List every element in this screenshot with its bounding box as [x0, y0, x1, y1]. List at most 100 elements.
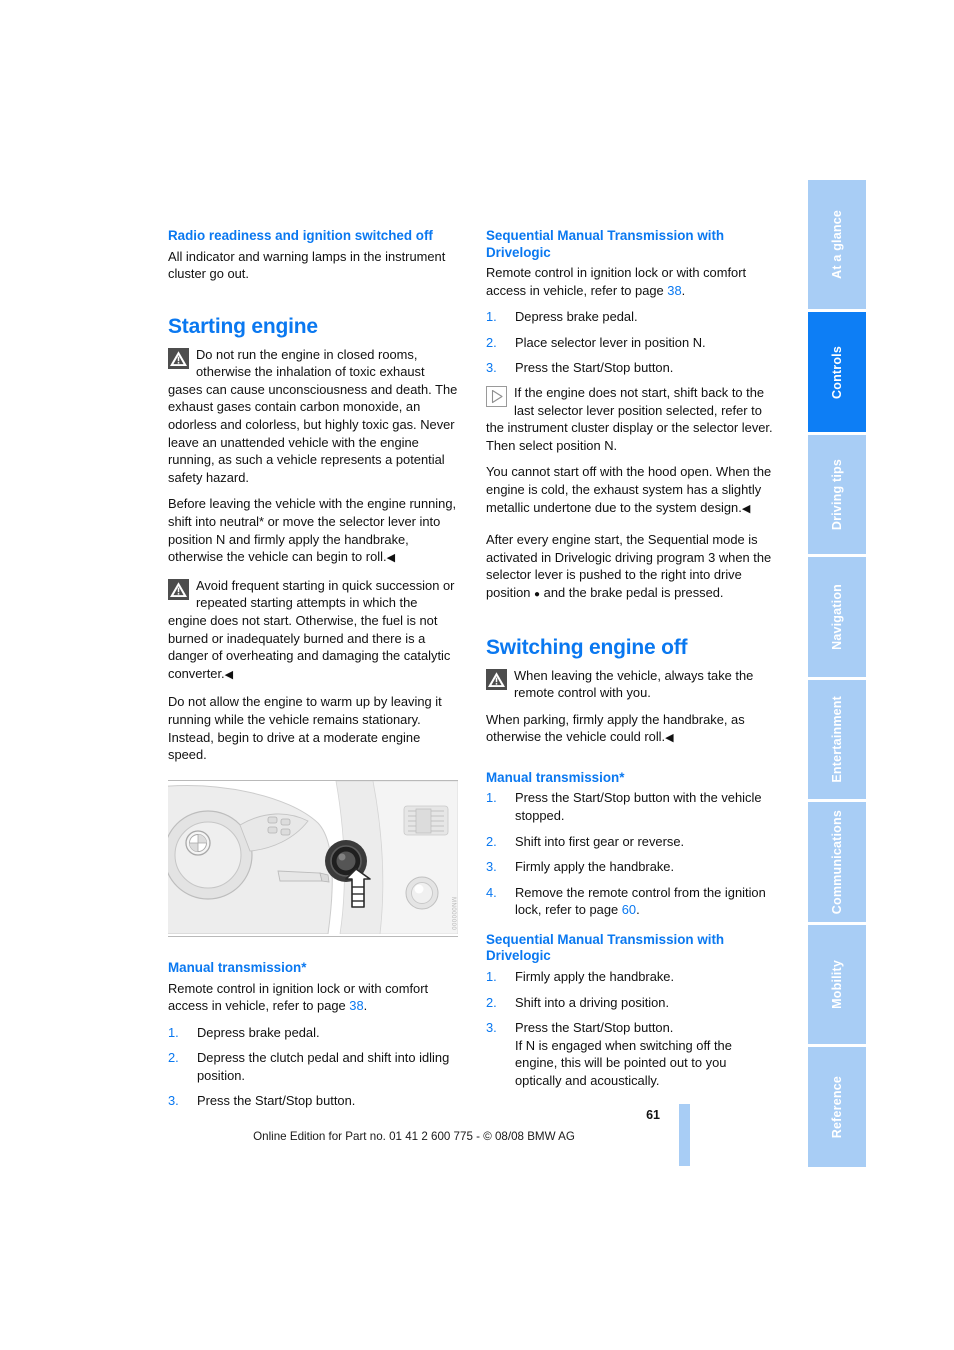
step-list-smg-off: 1. Firmly apply the handbrake. 2. Shift … — [486, 968, 776, 1090]
page-number: 61 — [646, 1108, 660, 1122]
list-item: 2. Shift into a driving position. — [486, 994, 776, 1012]
end-of-warning-marker: ◀ — [665, 732, 674, 745]
paragraph-before-leaving: Before leaving the vehicle with the engi… — [168, 495, 458, 567]
step-text: Firmly apply the handbrake. — [515, 859, 675, 875]
hood-open-text: You cannot start off with the hood open.… — [486, 464, 772, 515]
tab-communications[interactable]: Communications — [808, 802, 866, 925]
end-of-warning-marker: ◀ — [386, 552, 396, 565]
step-text: Depress the clutch pedal and shift into … — [197, 1050, 450, 1083]
warning-triangle-icon — [486, 668, 507, 690]
tab-label: Communications — [830, 810, 844, 915]
step-number: 2. — [168, 1050, 179, 1066]
step-number: 1. — [486, 309, 497, 325]
end-of-note-marker: ◀ — [741, 502, 751, 515]
left-column-lower: Manual transmission* Remote control in i… — [168, 960, 458, 1110]
step-text: Shift into first gear or reverse. — [515, 833, 685, 849]
tab-navigation[interactable]: Navigation — [808, 557, 866, 680]
left-column: Radio readiness and ignition switched of… — [168, 228, 458, 773]
step-number: 2. — [486, 334, 497, 350]
step-number: 3. — [486, 360, 497, 376]
step-text-part1: Remove the remote control from the ignit… — [515, 884, 766, 918]
list-item: 3. Firmly apply the handbrake. — [486, 858, 776, 876]
heading-manual-transmission-off: Manual transmission* — [486, 769, 625, 785]
tab-label: Mobility — [830, 960, 844, 1010]
page-title-starting-engine: Starting engine — [168, 314, 318, 338]
paragraph-hood-open-cold-engine: You cannot start off with the hood open.… — [486, 463, 776, 518]
step-number: 3. — [168, 1093, 179, 1109]
page-reference-link-60[interactable]: 60 — [622, 902, 636, 917]
list-item: 3. Press the Start/Stop button. — [168, 1092, 458, 1110]
step-list-manual-off: 1. Press the Start/Stop button with the … — [486, 789, 776, 919]
page-reference-link-38[interactable]: 38 — [349, 998, 363, 1013]
heading-manual-transmission-start: Manual transmission* — [168, 960, 307, 975]
step-text: Depress brake pedal. — [197, 1024, 320, 1040]
tab-label: Driving tips — [830, 459, 844, 531]
list-item: 2. Place selector lever in position N. — [486, 334, 776, 352]
figure-reference-code: MN000000 — [450, 896, 456, 930]
step-number: 1. — [168, 1024, 179, 1040]
period: . — [363, 998, 368, 1014]
remote-control-text: Remote control in ignition lock or with … — [486, 265, 747, 298]
tab-controls[interactable]: Controls — [808, 312, 866, 435]
list-item: 1. Depress brake pedal. — [486, 308, 776, 326]
parking-handbrake-text: When parking, firmly apply the handbrake… — [486, 711, 745, 745]
step-number: 2. — [486, 833, 497, 849]
step-number: 3. — [486, 859, 497, 875]
edition-footer-text: Online Edition for Part no. 01 41 2 600 … — [253, 1130, 575, 1143]
step-text: Firmly apply the handbrake. — [515, 968, 675, 984]
tab-mobility[interactable]: Mobility — [808, 924, 866, 1048]
period: . — [681, 282, 686, 298]
warning-triangle-icon — [168, 578, 189, 600]
warning-block-take-remote-control: When leaving the vehicle, always take th… — [486, 667, 776, 702]
step-text: Press the Start/Stop button. — [515, 1020, 674, 1036]
tab-entertainment[interactable]: Entertainment — [808, 679, 866, 803]
warning-text-closed-rooms: Do not run the engine in closed rooms, o… — [168, 346, 458, 485]
list-item: 2. Shift into first gear or reverse. — [486, 833, 776, 851]
page-title-switching-engine-off: Switching engine off — [486, 635, 688, 659]
step-number: 4. — [486, 884, 497, 900]
tab-label: At a glance — [830, 210, 844, 280]
list-item: 3. Press the Start/Stop button. — [486, 359, 776, 377]
page-reference-link-38[interactable]: 38 — [667, 283, 681, 298]
list-item: 2. Depress the clutch pedal and shift in… — [168, 1049, 458, 1084]
step-text: Depress brake pedal. — [515, 309, 638, 325]
warning-block-frequent-starting: Avoid frequent starting in quick success… — [168, 577, 458, 685]
step-number: 1. — [486, 790, 497, 806]
heading-smg-drivelogic-start: Sequential Manual Transmission with Driv… — [486, 228, 725, 260]
paragraph-remote-control-smg: Remote control in ignition lock or with … — [486, 264, 776, 299]
tab-label: Navigation — [830, 584, 844, 651]
paragraph-sequential-mode: After every engine start, the Sequential… — [486, 531, 776, 603]
warning-text-take-remote-control: When leaving the vehicle, always take th… — [514, 667, 754, 701]
paragraph-parking-handbrake: When parking, firmly apply the handbrake… — [486, 711, 776, 748]
remote-control-text: Remote control in ignition lock or with … — [168, 980, 429, 1014]
list-item: 1. Firmly apply the handbrake. — [486, 968, 776, 986]
warning-triangle-icon — [168, 347, 189, 369]
footer-accent-bar — [679, 1104, 690, 1166]
note-triangle-icon — [486, 385, 507, 407]
warning-text-frequent-starting: Avoid frequent starting in quick success… — [168, 577, 455, 681]
step-text: Place selector lever in position N. — [515, 334, 706, 350]
paragraph-warm-up: Do not allow the engine to warm up by le… — [168, 694, 442, 763]
step-number: 1. — [486, 968, 497, 984]
step-text: Shift into a driving position. — [515, 994, 670, 1010]
right-column: Sequential Manual Transmission with Driv… — [486, 228, 776, 1090]
note-text-engine-does-not-start: If the engine does not start, shift back… — [486, 384, 773, 453]
tab-reference[interactable]: Reference — [808, 1047, 866, 1167]
tab-label: Controls — [830, 345, 844, 399]
tab-driving-tips[interactable]: Driving tips — [808, 434, 866, 558]
sequential-mode-text-part2: and the brake pedal is pressed. — [540, 584, 724, 600]
steering-wheel-illustration — [168, 781, 458, 934]
heading-radio-readiness: Radio readiness and ignition switched of… — [168, 228, 433, 243]
tab-at-a-glance[interactable]: At a glance — [808, 180, 866, 313]
paragraph-remote-control-start: Remote control in ignition lock or with … — [168, 980, 458, 1015]
tab-label: Entertainment — [830, 696, 844, 784]
step-text: Press the Start/Stop button. — [197, 1093, 356, 1109]
figure-ignition-start-button: MN000000 — [168, 780, 458, 937]
list-item: 3. Press the Start/Stop button. If N is … — [486, 1019, 776, 1089]
paragraph-radio-readiness: All indicator and warning lamps in the i… — [168, 248, 446, 282]
